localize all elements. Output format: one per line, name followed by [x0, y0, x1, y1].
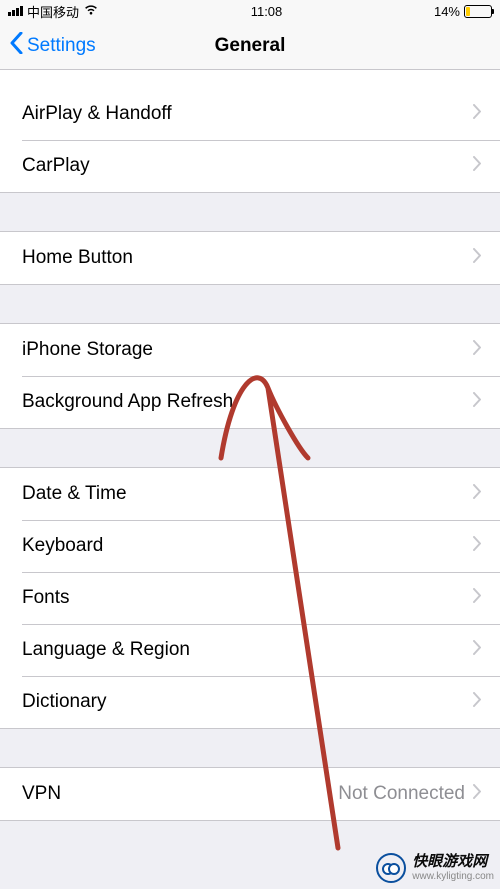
row-carplay[interactable]: CarPlay: [0, 140, 500, 192]
settings-list: AirDrop AirPlay & Handoff CarPlay Home B…: [0, 70, 500, 821]
status-left: 中国移动: [8, 2, 99, 21]
row-vpn[interactable]: VPN Not Connected: [0, 768, 500, 820]
row-fonts[interactable]: Fonts: [0, 572, 500, 624]
chevron-right-icon: [473, 392, 482, 412]
row-label: iPhone Storage: [22, 339, 473, 361]
clock: 11:08: [251, 4, 283, 19]
group-home-button: Home Button: [0, 231, 500, 285]
chevron-right-icon: [473, 484, 482, 504]
nav-bar: Settings General: [0, 22, 500, 70]
row-label: AirPlay & Handoff: [22, 103, 473, 125]
battery-icon: [464, 5, 492, 18]
group-date-time: Date & Time Keyboard Fonts Language & Re…: [0, 467, 500, 729]
row-label: CarPlay: [22, 155, 473, 177]
row-language-region[interactable]: Language & Region: [0, 624, 500, 676]
group-storage: iPhone Storage Background App Refresh: [0, 323, 500, 429]
row-airplay-handoff[interactable]: AirPlay & Handoff: [0, 88, 500, 140]
row-label: Date & Time: [22, 483, 473, 505]
row-label: Background App Refresh: [22, 391, 473, 413]
chevron-right-icon: [473, 640, 482, 660]
chevron-right-icon: [473, 588, 482, 608]
row-label: Home Button: [22, 247, 473, 269]
signal-strength-icon: [8, 6, 23, 16]
chevron-left-icon: [10, 32, 23, 60]
chevron-right-icon: [473, 692, 482, 712]
back-button[interactable]: Settings: [0, 32, 96, 60]
back-label: Settings: [27, 35, 96, 57]
chevron-right-icon: [473, 248, 482, 268]
watermark: 快眼游戏网 www.kyligting.com: [376, 853, 494, 883]
row-dictionary[interactable]: Dictionary: [0, 676, 500, 728]
row-label: Keyboard: [22, 535, 473, 557]
row-home-button[interactable]: Home Button: [0, 232, 500, 284]
chevron-right-icon: [473, 784, 482, 804]
chevron-right-icon: [473, 340, 482, 360]
watermark-url: www.kyligting.com: [412, 871, 494, 882]
group-vpn: VPN Not Connected: [0, 767, 500, 821]
row-date-time[interactable]: Date & Time: [0, 468, 500, 520]
chevron-right-icon: [473, 156, 482, 176]
status-bar: 中国移动 11:08 14%: [0, 0, 500, 22]
chevron-right-icon: [473, 536, 482, 556]
battery-percent: 14%: [434, 4, 460, 19]
watermark-logo-icon: [376, 853, 406, 883]
row-keyboard[interactable]: Keyboard: [0, 520, 500, 572]
row-background-app-refresh[interactable]: Background App Refresh: [0, 376, 500, 428]
group-airdrop: AirDrop AirPlay & Handoff CarPlay: [0, 70, 500, 193]
row-label: Language & Region: [22, 639, 473, 661]
row-label: VPN: [22, 783, 338, 805]
status-right: 14%: [434, 4, 492, 19]
watermark-name: 快眼游戏网: [412, 854, 494, 871]
row-iphone-storage[interactable]: iPhone Storage: [0, 324, 500, 376]
row-label: Dictionary: [22, 691, 473, 713]
row-label: Fonts: [22, 587, 473, 609]
row-airdrop[interactable]: AirDrop: [0, 70, 500, 88]
wifi-icon: [83, 4, 99, 19]
row-detail: Not Connected: [338, 783, 465, 805]
chevron-right-icon: [473, 104, 482, 124]
carrier-label: 中国移动: [27, 2, 79, 21]
